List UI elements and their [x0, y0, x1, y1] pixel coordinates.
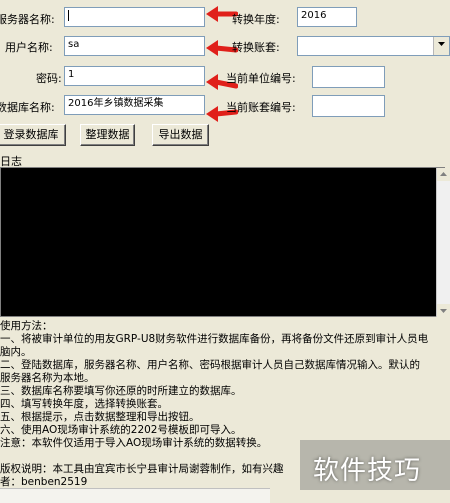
log-scrollbar[interactable]	[436, 168, 450, 317]
conversion-account-select[interactable]	[297, 36, 450, 56]
server-name-label: 服务器名称:	[0, 13, 55, 26]
server-name-input[interactable]	[64, 7, 205, 27]
scroll-down-icon[interactable]	[437, 304, 450, 317]
help-line: 五、根据提示，点击数据整理和导出按钮。	[0, 411, 200, 423]
help-line: 一、将被审计单位的用友GRP-U8财务软件进行数据库备份，再将备份文件还原到审计…	[0, 333, 429, 345]
conversion-year-label: 转换年度:	[232, 13, 280, 26]
export-data-button[interactable]: 导出数据	[152, 124, 209, 146]
password-label: 密码:	[36, 72, 62, 85]
watermark-text: 软件技巧	[313, 456, 422, 486]
help-line: 四、填写转换年度，选择转换账套。	[0, 398, 168, 410]
password-input[interactable]: 1	[64, 66, 205, 86]
login-database-button[interactable]: 登录数据库	[0, 124, 66, 146]
conversion-account-label: 转换账套:	[232, 41, 280, 54]
help-line: 二、登陆数据库，服务器名称、用户名称、密码根据审计人员自己数据库情况输入。默认的	[0, 359, 420, 371]
help-line: 脑内。	[0, 346, 32, 358]
database-name-input[interactable]: 2016年乡镇数据采集	[64, 95, 205, 115]
help-line: 六、使用AO现场审计系统的2202号模板即可导入。	[0, 424, 242, 436]
help-line: 使用方法：	[0, 320, 53, 332]
status-bar	[0, 488, 270, 503]
log-output[interactable]	[0, 167, 445, 317]
conversion-year-input[interactable]: 2016	[297, 7, 357, 27]
username-label: 用户名称:	[5, 41, 53, 54]
username-input[interactable]: sa	[64, 36, 205, 56]
scroll-up-icon[interactable]	[437, 168, 450, 181]
current-ledger-label: 当前账套编号:	[226, 101, 296, 114]
help-line: 服务器名称为本地。	[0, 372, 95, 384]
text-caret	[68, 9, 69, 21]
chevron-down-icon[interactable]	[433, 37, 449, 55]
current-unit-input[interactable]	[312, 66, 385, 88]
organize-data-button[interactable]: 整理数据	[80, 124, 135, 146]
current-ledger-input[interactable]	[312, 95, 385, 117]
current-unit-label: 当前单位编号:	[226, 72, 296, 85]
database-name-label: 数据库名称:	[0, 101, 55, 114]
help-line: 三、数据库名称要填写你还原的时所建立的数据库。	[0, 385, 242, 397]
